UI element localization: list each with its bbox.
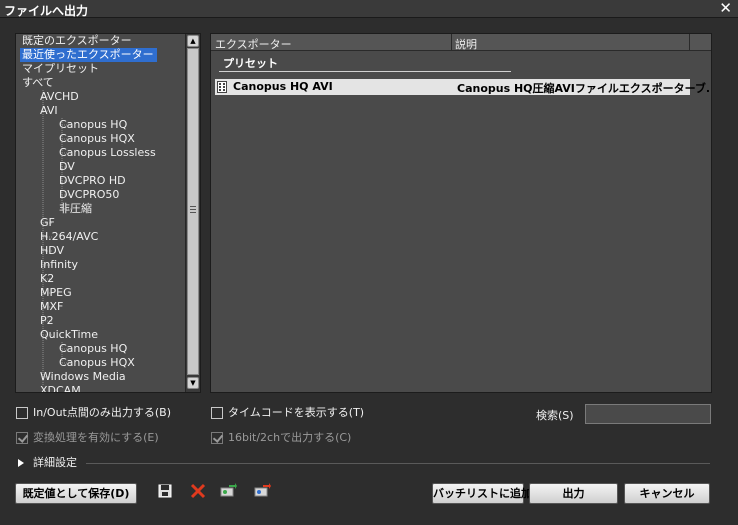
checkbox-label: 16bit/2chで出力する(C) — [228, 431, 352, 444]
scroll-up-icon[interactable]: ▲ — [187, 35, 199, 47]
checkbox-box — [211, 432, 223, 444]
row-description: Canopus HQ圧縮AVIファイルエクスポーターブ... — [457, 82, 712, 95]
save-default-button[interactable]: 既定値として保存(D) — [15, 483, 137, 504]
delete-icon[interactable] — [189, 482, 207, 500]
save-icon[interactable] — [156, 482, 174, 500]
list-header: エクスポーター 説明 — [211, 34, 711, 51]
column-separator[interactable] — [451, 34, 452, 51]
add-batch-button[interactable]: バッチリストに追加 — [432, 483, 532, 504]
checkbox-box[interactable] — [211, 407, 223, 419]
tree-item[interactable]: DVCPRO50 — [59, 188, 119, 202]
tree-item[interactable]: H.264/AVC — [40, 230, 98, 244]
checkbox-box — [16, 432, 28, 444]
cancel-button[interactable]: キャンセル — [624, 483, 710, 504]
expand-arrow-icon[interactable] — [18, 459, 24, 467]
title-bar: ファイルへ出力 ✕ — [0, 0, 738, 18]
tree-item[interactable]: XDCAM — [40, 384, 81, 392]
tree-item[interactable]: Canopus HQX — [59, 356, 135, 370]
tree-item[interactable]: 既定のエクスポーター — [22, 34, 132, 48]
tree-item[interactable]: 非圧縮 — [59, 202, 92, 216]
divider — [86, 463, 710, 464]
exporter-list: エクスポーター 説明 プリセット Canopus HQ AVI Canopus … — [210, 33, 712, 393]
grip-icon — [190, 206, 196, 213]
column-exporter[interactable]: エクスポーター — [215, 36, 292, 52]
scroll-thumb[interactable] — [187, 48, 199, 375]
output-button[interactable]: 出力 — [529, 483, 618, 504]
tree-list: 既定のエクスポーター 最近使ったエクスポーター マイプリセット すべて AVCHD AVI… — [16, 34, 185, 392]
close-icon[interactable]: ✕ — [719, 0, 732, 17]
tree-item[interactable]: DVCPRO HD — [59, 174, 126, 188]
tree-item[interactable]: Canopus Lossless — [59, 146, 156, 160]
advanced-settings-label: 詳細設定 — [33, 456, 77, 469]
column-separator[interactable] — [689, 34, 690, 51]
tree-item[interactable]: Windows Media — [40, 370, 126, 384]
search-input[interactable] — [585, 404, 711, 424]
tree-item[interactable]: Canopus HQ — [59, 118, 127, 132]
checkbox-label: 変換処理を有効にする(E) — [33, 431, 159, 444]
tree-item[interactable]: K2 — [40, 272, 54, 286]
row-exporter: Canopus HQ AVI — [233, 80, 333, 93]
search-label: 検索(S) — [536, 409, 574, 422]
film-icon — [217, 81, 227, 93]
import-icon[interactable] — [219, 482, 237, 500]
list-row[interactable]: Canopus HQ AVI Canopus HQ圧縮AVIファイルエクスポータ… — [215, 79, 711, 95]
tree-item[interactable]: P2 — [40, 314, 54, 328]
tree-item[interactable]: Infinity — [40, 258, 78, 272]
checkbox-box[interactable] — [16, 407, 28, 419]
preset-group-label: プリセット — [223, 57, 278, 70]
tree-item[interactable]: DV — [59, 160, 75, 174]
tree-item[interactable]: MXF — [40, 300, 63, 314]
exporter-tree: 既定のエクスポーター 最近使ったエクスポーター マイプリセット すべて AVCHD AVI… — [15, 33, 201, 393]
tree-item[interactable]: Canopus HQ — [59, 342, 127, 356]
tree-item[interactable]: マイプリセット — [22, 62, 99, 76]
tree-scrollbar[interactable]: ▲ ▼ — [185, 34, 200, 392]
tree-item[interactable]: QuickTime — [40, 328, 98, 342]
checkbox-label: In/Out点間のみ出力する(B) — [33, 406, 171, 419]
tree-item[interactable]: AVCHD — [40, 90, 79, 104]
scroll-down-icon[interactable]: ▼ — [187, 377, 199, 389]
checkbox-label: タイムコードを表示する(T) — [228, 406, 365, 419]
tree-item[interactable]: GF — [40, 216, 55, 230]
tree-item[interactable]: HDV — [40, 244, 64, 258]
export-icon[interactable] — [253, 482, 271, 500]
tree-item[interactable]: Canopus HQX — [59, 132, 135, 146]
window-title: ファイルへ出力 — [4, 4, 89, 18]
group-divider — [219, 71, 511, 72]
column-description[interactable]: 説明 — [455, 36, 477, 52]
tree-item[interactable]: AVI — [40, 104, 58, 118]
tree-item[interactable]: 最近使ったエクスポーター — [20, 48, 157, 62]
tree-item[interactable]: すべて — [22, 76, 54, 90]
tree-item[interactable]: MPEG — [40, 286, 72, 300]
